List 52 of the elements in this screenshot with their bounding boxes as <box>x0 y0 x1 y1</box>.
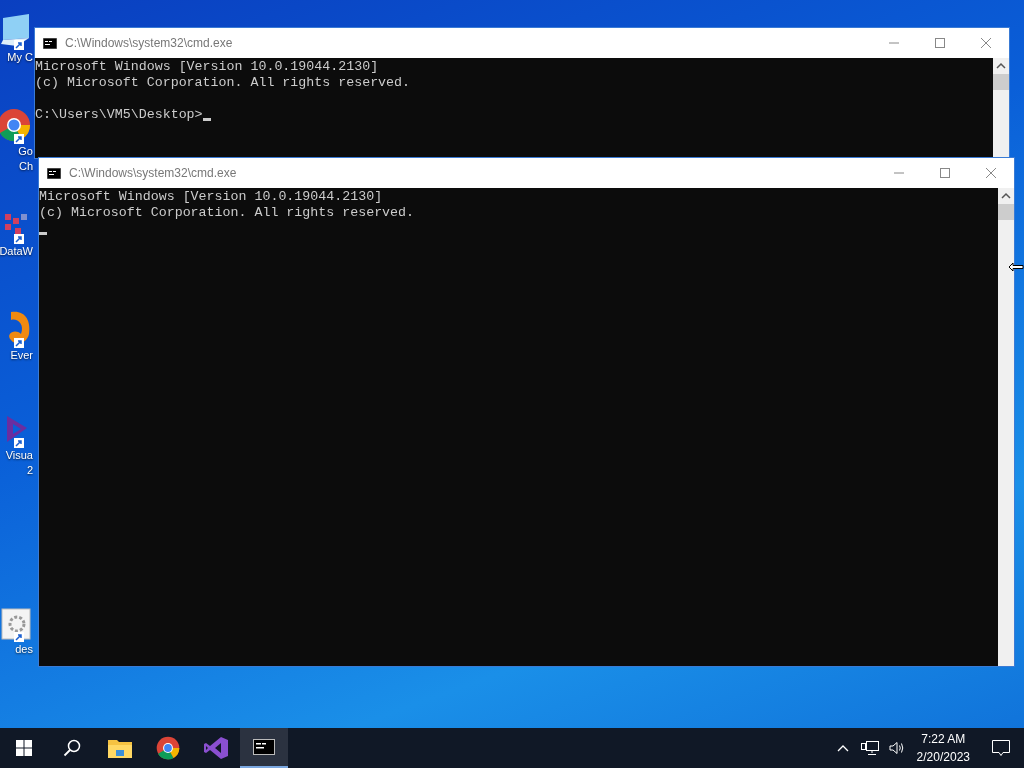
command-prompt: C:\Users\VM5\Desktop> <box>35 107 203 122</box>
chrome-icon[interactable] <box>0 108 31 142</box>
console-line: Microsoft Windows [Version 10.0.19044.2130] <box>35 59 380 75</box>
scrollbar[interactable] <box>993 58 1009 158</box>
close-icon <box>986 168 996 178</box>
clock-time[interactable]: 7:22 AM <box>916 730 970 748</box>
icon-label: My C <box>7 50 33 65</box>
icon-label: 2 <box>26 463 33 478</box>
search-icon <box>63 739 81 757</box>
folder-icon <box>108 738 132 758</box>
shortcut-arrow-icon <box>14 438 24 448</box>
icon-label: Go <box>18 144 33 159</box>
chevron-up-icon[interactable] <box>836 744 849 752</box>
console-area[interactable]: Microsoft Windows [Version 10.0.19044.2130] (c) Microsoft Corporation. All rights reserved. <box>39 188 998 666</box>
scrollbar[interactable] <box>998 188 1014 666</box>
icon-label: Ch <box>18 159 33 174</box>
maximize-icon <box>940 168 950 178</box>
gear-document-icon[interactable] <box>1 608 31 640</box>
text-cursor <box>202 118 211 121</box>
shortcut-arrow-icon <box>14 40 24 50</box>
console-line: (c) Microsoft Corporation. All rights reserved. <box>35 75 412 91</box>
network-icon[interactable] <box>860 740 879 756</box>
maximize-icon <box>935 38 945 48</box>
console-taskbar-button[interactable] <box>240 728 288 768</box>
console-icon <box>253 739 275 755</box>
icon-label: Ever <box>10 348 33 363</box>
shortcut-arrow-icon <box>14 234 24 244</box>
icon-label: des <box>15 642 33 657</box>
icon-label: DataW <box>0 244 33 259</box>
chrome-icon <box>156 736 180 760</box>
console-icon <box>47 167 61 179</box>
close-icon <box>981 38 991 48</box>
window-title: C:\Windows\system32\cmd.exe <box>69 165 237 182</box>
scroll-up-icon[interactable] <box>1001 192 1011 200</box>
scrollbar-thumb[interactable] <box>998 204 1014 220</box>
scroll-up-icon[interactable] <box>996 62 1006 70</box>
shortcut-arrow-icon <box>14 632 24 642</box>
window-title: C:\Windows\system32\cmd.exe <box>65 35 233 52</box>
icon-label: Visua <box>5 448 33 463</box>
shortcut-arrow-icon <box>14 338 24 348</box>
text-cursor <box>39 232 47 235</box>
console-line: (c) Microsoft Corporation. All rights reserved. <box>39 205 416 221</box>
speaker-icon[interactable] <box>888 741 905 755</box>
clock-date[interactable]: 2/20/2023 <box>916 748 970 766</box>
windows-logo-icon <box>16 740 32 756</box>
notification-icon[interactable] <box>992 739 1010 757</box>
console-area[interactable]: Microsoft Windows [Version 10.0.19044.2130] (c) Microsoft Corporation. All rights reserved. C:\Users\VM5\Desktop> <box>35 58 993 158</box>
console-icon <box>43 37 57 49</box>
computer-icon[interactable] <box>1 12 31 48</box>
scrollbar-thumb[interactable] <box>993 74 1009 90</box>
console-line: Microsoft Windows [Version 10.0.19044.2130] <box>39 189 384 205</box>
shortcut-arrow-icon <box>14 134 24 144</box>
